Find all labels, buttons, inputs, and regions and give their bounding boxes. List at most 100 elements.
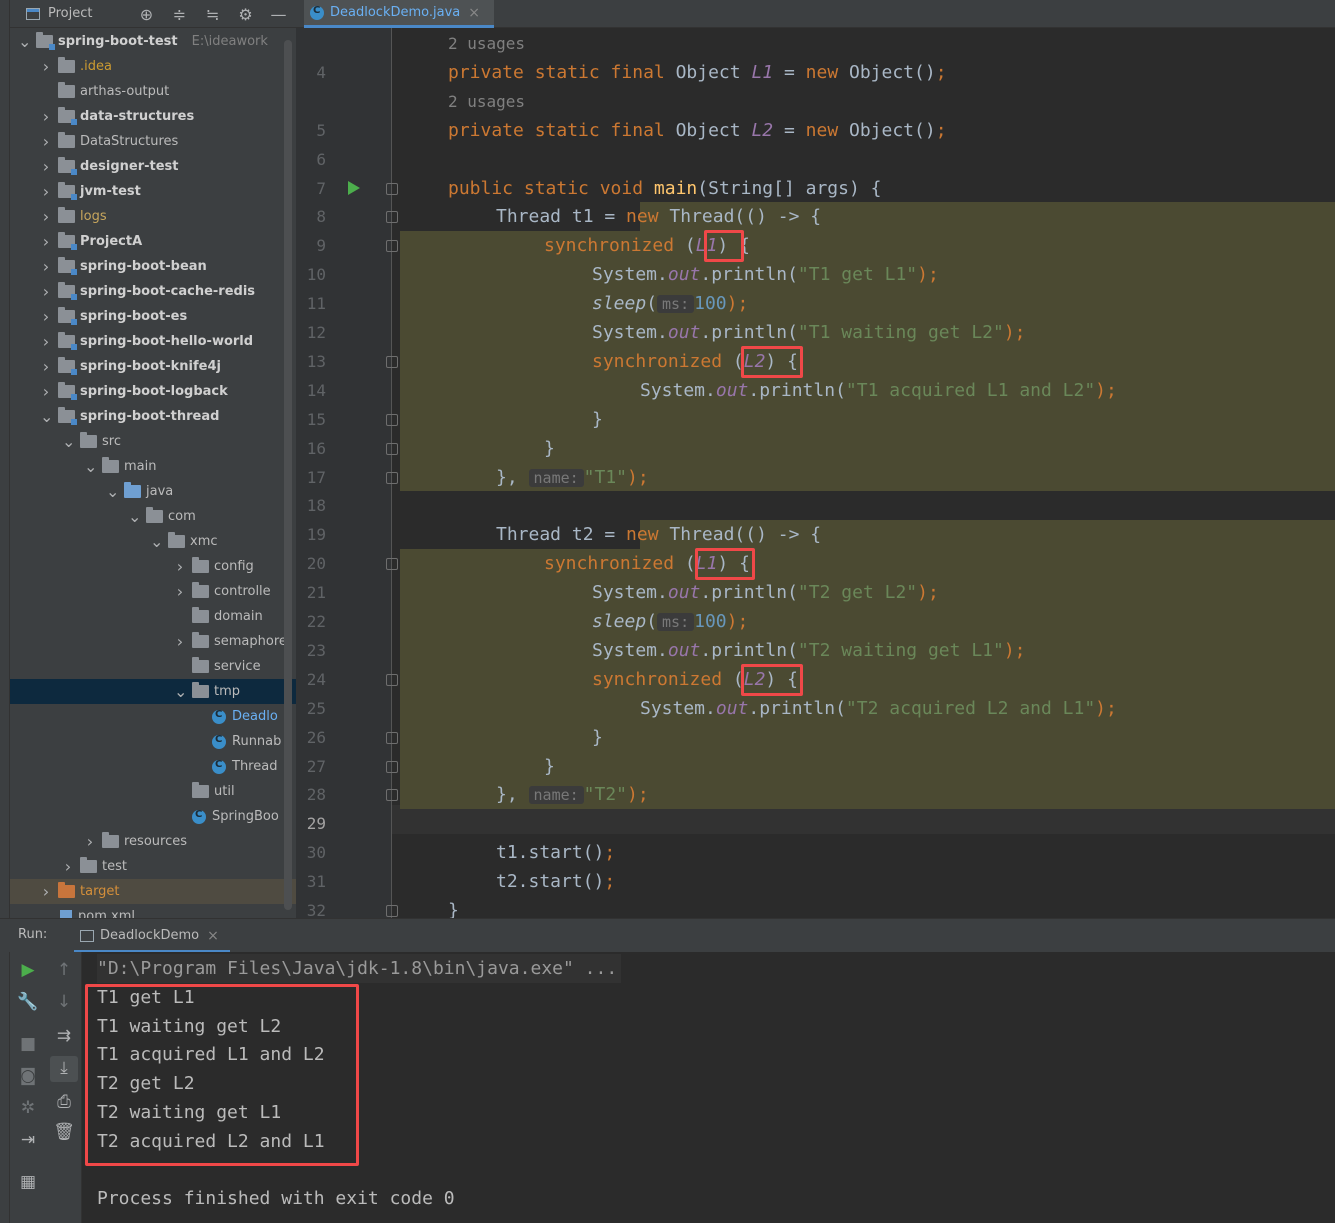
fold-marker-icon[interactable] bbox=[386, 732, 398, 744]
tree-item[interactable]: › spring-boot-hello-world bbox=[10, 329, 296, 354]
tree-item[interactable]: › logs bbox=[10, 204, 296, 229]
soft-wrap-icon[interactable]: ⇉ bbox=[46, 1026, 82, 1046]
run-main-icon[interactable] bbox=[348, 181, 360, 195]
chevron-right-icon[interactable]: › bbox=[40, 207, 52, 226]
scroll-to-end-icon[interactable]: ⤓ bbox=[46, 1058, 82, 1078]
tree-item[interactable]: › DataStructures bbox=[10, 129, 296, 154]
fold-marker-icon[interactable] bbox=[386, 905, 398, 917]
tree-item[interactable]: › spring-boot-es bbox=[10, 304, 296, 329]
tree-item[interactable]: ⌄ src bbox=[10, 429, 296, 454]
close-run-tab-icon[interactable]: × bbox=[207, 928, 219, 944]
tree-item[interactable]: › .idea bbox=[10, 54, 296, 79]
chevron-right-icon[interactable]: › bbox=[84, 832, 96, 851]
fold-marker-icon[interactable] bbox=[386, 761, 398, 773]
fold-marker-icon[interactable] bbox=[386, 414, 398, 426]
chevron-right-icon[interactable]: › bbox=[40, 232, 52, 251]
tree-item[interactable]: › controlle bbox=[10, 579, 296, 604]
tree-item[interactable]: › jvm-test bbox=[10, 179, 296, 204]
collapse-all-icon[interactable]: ≒ bbox=[196, 5, 229, 24]
chevron-right-icon[interactable]: › bbox=[174, 557, 186, 576]
expand-all-icon[interactable]: ≑ bbox=[163, 5, 196, 24]
chevron-down-icon[interactable]: ⌄ bbox=[84, 457, 97, 476]
chevron-right-icon[interactable]: › bbox=[40, 382, 52, 401]
tree-item[interactable]: › ProjectA bbox=[10, 229, 296, 254]
tree-item[interactable]: › target bbox=[10, 879, 296, 904]
camera-icon[interactable]: ◙ bbox=[10, 1066, 46, 1086]
chevron-down-icon[interactable]: ⌄ bbox=[128, 507, 141, 526]
chevron-right-icon[interactable]: › bbox=[174, 632, 186, 651]
tree-item[interactable]: › spring-boot-knife4j bbox=[10, 354, 296, 379]
tree-item[interactable]: ⌄ xmc bbox=[10, 529, 296, 554]
tree-item[interactable]: SpringBoo bbox=[10, 804, 296, 829]
exit-icon[interactable]: ⇥ bbox=[10, 1130, 46, 1150]
chevron-right-icon[interactable]: › bbox=[40, 882, 52, 901]
chevron-right-icon[interactable]: › bbox=[40, 332, 52, 351]
tree-item[interactable]: arthas-output bbox=[10, 79, 296, 104]
tree-item[interactable]: domain bbox=[10, 604, 296, 629]
wrench-icon[interactable]: 🔧 bbox=[10, 992, 46, 1012]
stop-icon[interactable]: ■ bbox=[10, 1034, 46, 1054]
tab-deadlockdemo[interactable]: DeadlockDemo.java × bbox=[304, 0, 494, 28]
tree-item[interactable]: ⌄ tmp bbox=[10, 679, 296, 704]
chevron-right-icon[interactable]: › bbox=[174, 582, 186, 601]
tree-item[interactable]: › config bbox=[10, 554, 296, 579]
chevron-down-icon[interactable]: ⌄ bbox=[62, 432, 75, 451]
project-panel-title[interactable]: Project bbox=[48, 6, 92, 21]
rerun-icon[interactable]: ▶ bbox=[10, 960, 46, 980]
tree-item[interactable]: util bbox=[10, 779, 296, 804]
fold-marker-icon[interactable] bbox=[386, 211, 398, 223]
tree-item[interactable]: Thread bbox=[10, 754, 296, 779]
close-tab-icon[interactable]: × bbox=[468, 5, 480, 21]
chevron-right-icon[interactable]: › bbox=[40, 307, 52, 326]
tree-item[interactable]: ⌄ java bbox=[10, 479, 296, 504]
chevron-right-icon[interactable]: › bbox=[40, 57, 52, 76]
chevron-right-icon[interactable]: › bbox=[40, 132, 52, 151]
chevron-right-icon[interactable]: › bbox=[40, 107, 52, 126]
chevron-right-icon[interactable]: › bbox=[40, 257, 52, 276]
print-icon[interactable]: ⎙ bbox=[46, 1092, 82, 1112]
arrow-down-icon[interactable]: ↓ bbox=[46, 992, 82, 1012]
tree-item[interactable]: ⌄ main bbox=[10, 454, 296, 479]
fold-marker-icon[interactable] bbox=[386, 356, 398, 368]
fold-marker-icon[interactable] bbox=[386, 789, 398, 801]
tree-item[interactable]: › data-structures bbox=[10, 104, 296, 129]
code-editor[interactable]: 2 usages 4 private static final Object L1 … bbox=[296, 28, 1335, 918]
tree-item[interactable]: Deadlo bbox=[10, 704, 296, 729]
fold-marker-icon[interactable] bbox=[386, 183, 398, 195]
chevron-right-icon[interactable]: › bbox=[62, 857, 74, 876]
hide-icon[interactable]: — bbox=[262, 5, 295, 24]
chevron-down-icon[interactable]: ⌄ bbox=[18, 32, 31, 51]
run-tab-deadlockdemo[interactable]: DeadlockDemo × bbox=[74, 921, 230, 953]
chevron-right-icon[interactable]: › bbox=[40, 282, 52, 301]
tree-item[interactable]: Runnab bbox=[10, 729, 296, 754]
chevron-down-icon[interactable]: ⌄ bbox=[106, 482, 119, 501]
fold-marker-icon[interactable] bbox=[386, 240, 398, 252]
fold-marker-icon[interactable] bbox=[386, 674, 398, 686]
tree-item[interactable]: › semaphore bbox=[10, 629, 296, 654]
chevron-right-icon[interactable]: › bbox=[40, 182, 52, 201]
run-console[interactable]: "D:\Program Files\Java\jdk-1.8\bin\java.… bbox=[82, 952, 1335, 1223]
layout-icon[interactable]: ▦ bbox=[10, 1172, 46, 1192]
chevron-right-icon[interactable]: › bbox=[40, 157, 52, 176]
fold-marker-icon[interactable] bbox=[386, 443, 398, 455]
tree-item[interactable]: › spring-boot-bean bbox=[10, 254, 296, 279]
chevron-down-icon[interactable]: ⌄ bbox=[40, 407, 53, 426]
tree-item[interactable]: ⌄ com bbox=[10, 504, 296, 529]
tree-item[interactable]: pom.xml bbox=[10, 904, 296, 918]
chevron-down-icon[interactable]: ⌄ bbox=[150, 532, 163, 551]
tree-item[interactable]: › spring-boot-logback bbox=[10, 379, 296, 404]
tree-scrollbar[interactable] bbox=[284, 40, 292, 910]
tree-item[interactable]: ⌄ spring-boot-test E:\ideawork bbox=[10, 29, 296, 54]
debug-icon[interactable]: ✲ bbox=[10, 1098, 46, 1118]
tree-item[interactable]: › test bbox=[10, 854, 296, 879]
tree-item[interactable]: service bbox=[10, 654, 296, 679]
tree-item[interactable]: › designer-test bbox=[10, 154, 296, 179]
locate-icon[interactable]: ⊕ bbox=[130, 5, 163, 24]
fold-marker-icon[interactable] bbox=[386, 472, 398, 484]
tree-item[interactable]: › resources bbox=[10, 829, 296, 854]
chevron-right-icon[interactable]: › bbox=[40, 357, 52, 376]
gear-icon[interactable]: ⚙ bbox=[229, 5, 262, 24]
arrow-up-icon[interactable]: ↑ bbox=[46, 960, 82, 980]
tree-item[interactable]: ⌄ spring-boot-thread bbox=[10, 404, 296, 429]
chevron-down-icon[interactable]: ⌄ bbox=[174, 682, 187, 701]
